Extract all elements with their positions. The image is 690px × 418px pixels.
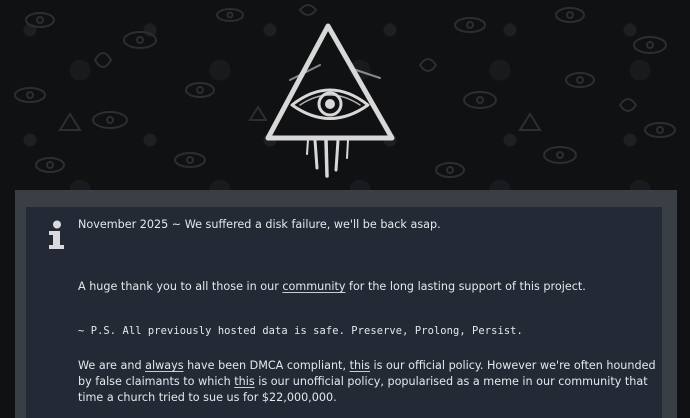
thanks-text-after: for the long lasting support of this pro…: [345, 280, 586, 293]
unofficial-policy-link[interactable]: this: [234, 375, 254, 388]
thanks-message: A huge thank you to all those in our com…: [78, 280, 586, 293]
dmca-text-1: We are and: [78, 359, 146, 372]
dmca-message: We are and always have been DMCA complia…: [78, 358, 658, 406]
always-link[interactable]: always: [145, 359, 183, 372]
community-link[interactable]: community: [282, 280, 345, 293]
official-policy-link[interactable]: this: [350, 359, 370, 372]
thanks-text-before: A huge thank you to all those in our: [78, 280, 283, 293]
ps-message: ~ P.S. All previously hosted data is saf…: [78, 325, 523, 337]
all-seeing-eye-triangle-icon: [265, 23, 395, 178]
info-icon: [49, 220, 64, 249]
status-message: November 2025 ~ We suffered a disk failu…: [78, 218, 441, 231]
notice-panel: November 2025 ~ We suffered a disk failu…: [26, 207, 662, 418]
dmca-text-2: have been DMCA compliant,: [183, 359, 350, 372]
